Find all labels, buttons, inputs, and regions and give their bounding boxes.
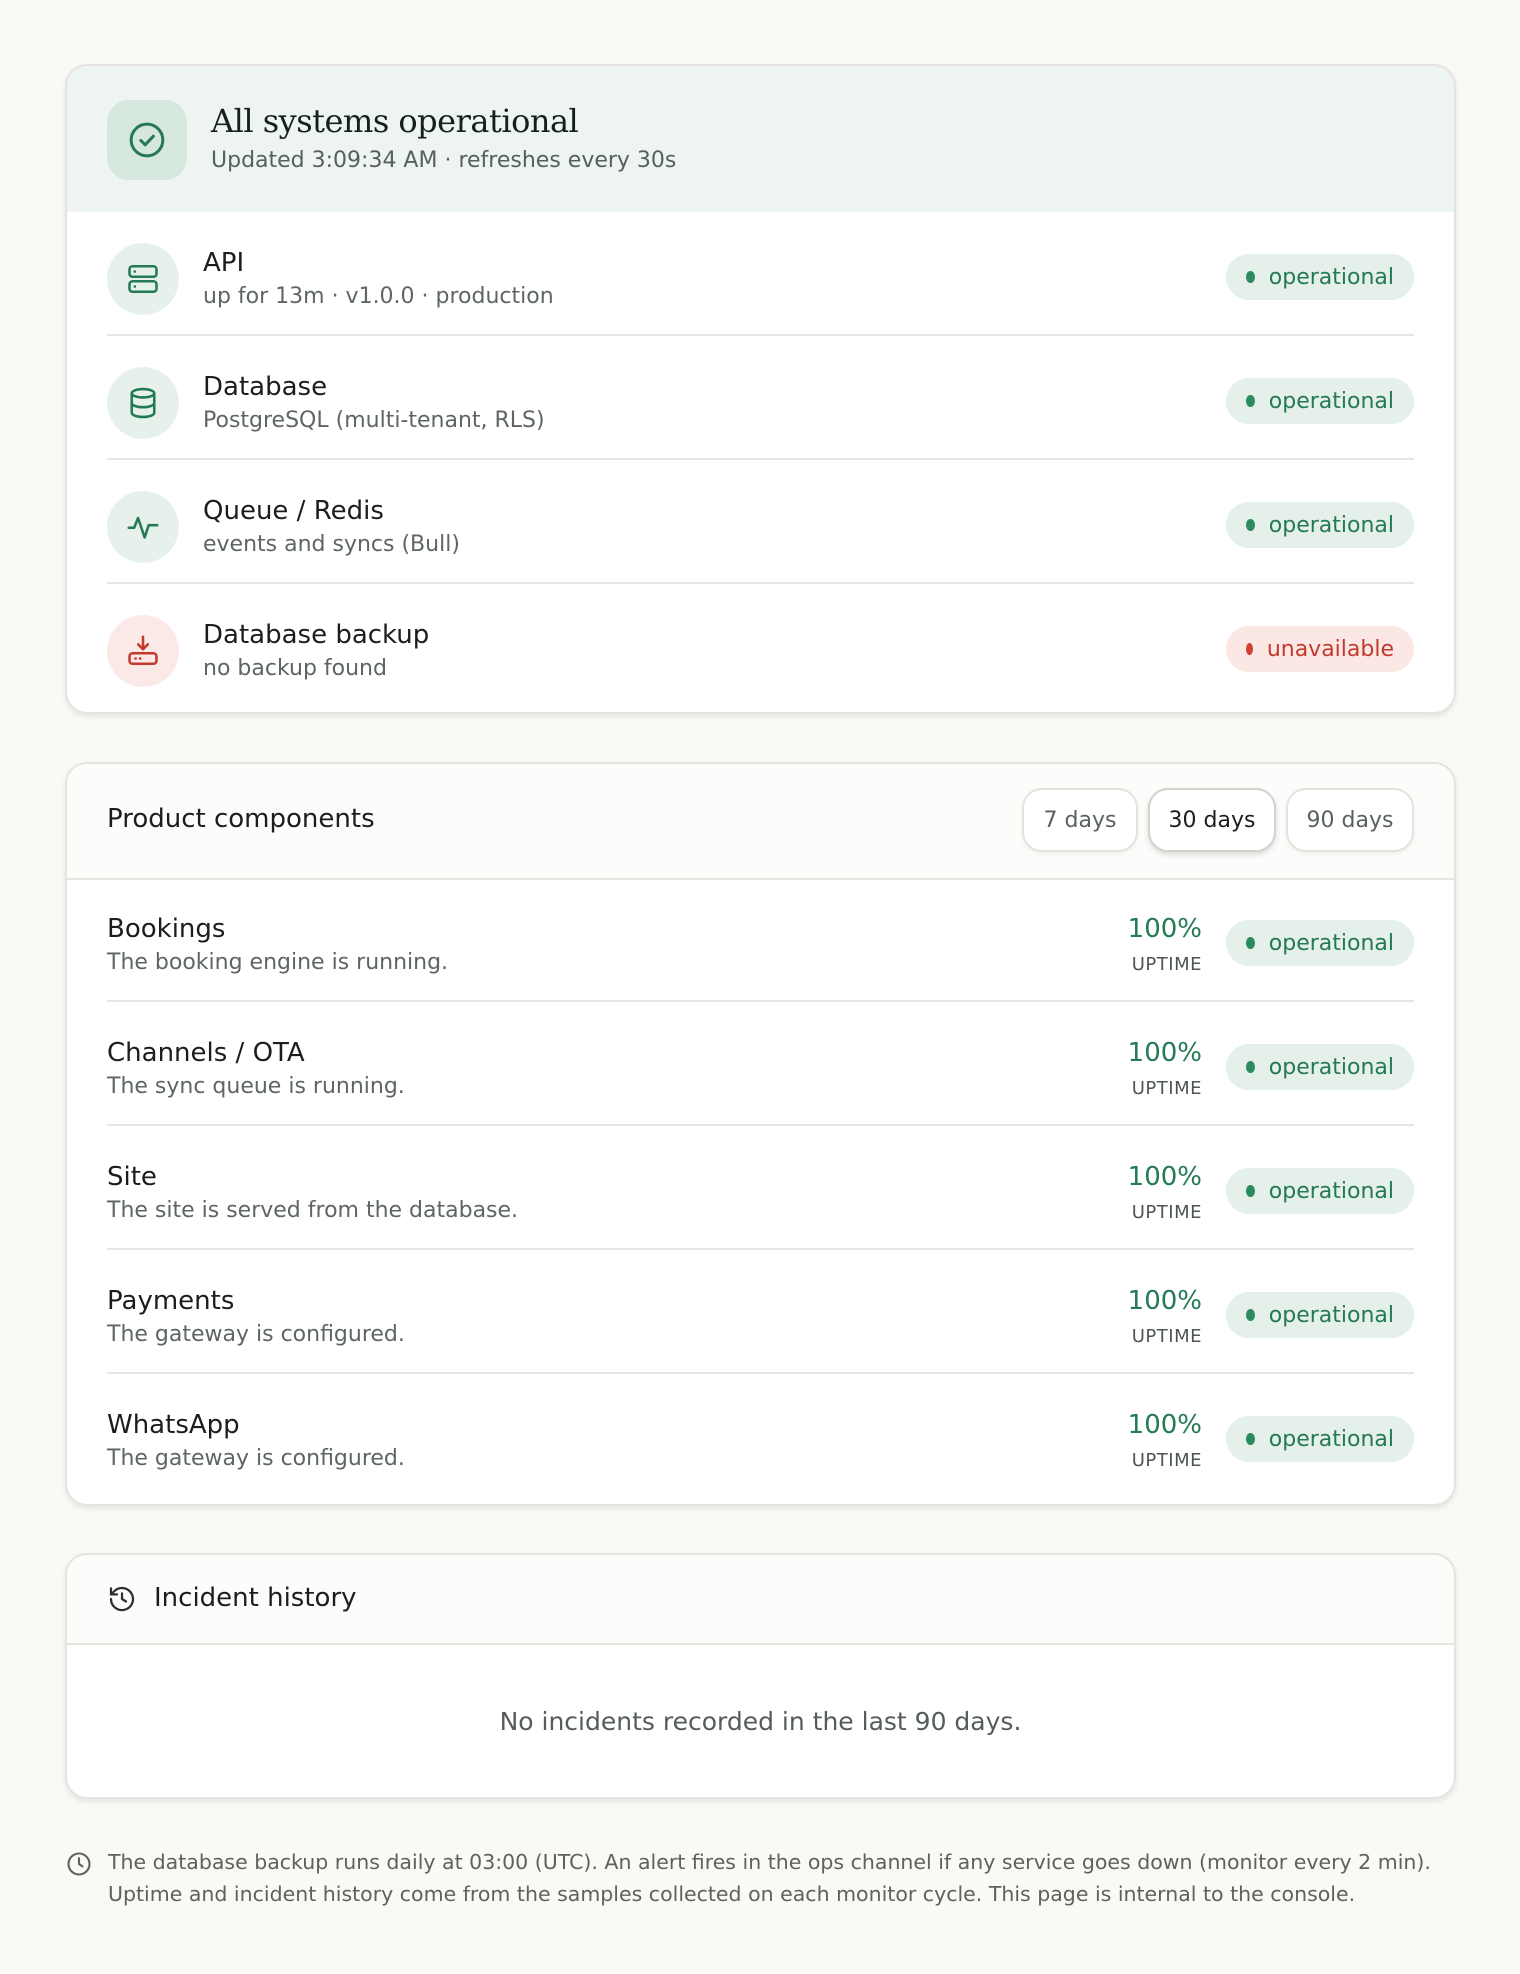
range-30-days-button[interactable]: 30 days [1148, 788, 1276, 852]
component-row-bookings: Bookings The booking engine is running. … [107, 878, 1414, 1002]
uptime-value: 100% [1127, 914, 1202, 944]
service-name: API [203, 248, 245, 278]
service-row-api: API up for 13m · v1.0.0 · production ope… [107, 212, 1414, 336]
status-badge: operational [1226, 502, 1414, 548]
service-name: Database [203, 372, 328, 402]
incident-header: Incident history [67, 1555, 1454, 1645]
component-name: Bookings [107, 914, 226, 944]
footer-text: The database backup runs daily at 03:00 … [108, 1850, 1431, 1906]
component-detail: The gateway is configured. [107, 1322, 405, 1347]
component-name: WhatsApp [107, 1410, 240, 1440]
component-name: Payments [107, 1286, 235, 1316]
component-row-payments: Payments The gateway is configured. 100%… [107, 1250, 1414, 1374]
status-dot-icon [1246, 937, 1255, 949]
status-dot-icon [1246, 519, 1255, 531]
component-name: Channels / OTA [107, 1038, 305, 1068]
components-list: Bookings The booking engine is running. … [107, 878, 1414, 1496]
range-selector: 7 days 30 days 90 days [1012, 788, 1414, 852]
service-detail: PostgreSQL (multi-tenant, RLS) [203, 408, 545, 433]
status-label: operational [1268, 388, 1394, 414]
range-90-days-button[interactable]: 90 days [1286, 788, 1414, 852]
status-badge: operational [1226, 920, 1414, 966]
component-name: Site [107, 1162, 157, 1192]
check-circle-icon [107, 100, 187, 180]
history-icon [107, 1584, 137, 1618]
status-label: operational [1268, 1054, 1394, 1080]
uptime-value: 100% [1127, 1410, 1202, 1440]
clock-icon [65, 1850, 93, 1882]
uptime-value: 100% [1127, 1038, 1202, 1068]
status-badge: operational [1226, 1292, 1414, 1338]
system-status-card: All systems operational Updated 3:09:34 … [65, 64, 1456, 714]
service-detail: no backup found [203, 656, 387, 681]
status-badge: operational [1226, 1168, 1414, 1214]
status-label: operational [1268, 1426, 1394, 1452]
service-detail: events and syncs (Bull) [203, 532, 460, 557]
status-label: operational [1268, 264, 1394, 290]
service-name: Queue / Redis [203, 496, 384, 526]
activity-icon [107, 491, 179, 563]
uptime-value: 100% [1127, 1162, 1202, 1192]
server-icon [107, 243, 179, 315]
status-dot-icon [1246, 1185, 1255, 1197]
hard-drive-download-icon [107, 615, 179, 687]
status-dot-icon [1246, 395, 1255, 407]
status-dot-icon [1246, 1309, 1255, 1321]
status-badge: operational [1226, 378, 1414, 424]
component-row-channels: Channels / OTA The sync queue is running… [107, 1002, 1414, 1126]
status-label: operational [1268, 512, 1394, 538]
component-row-whatsapp: WhatsApp The gateway is configured. 100%… [107, 1374, 1414, 1496]
service-name: Database backup [203, 620, 430, 650]
component-row-site: Site The site is served from the databas… [107, 1126, 1414, 1250]
uptime-value: 100% [1127, 1286, 1202, 1316]
uptime-label: UPTIME [1131, 1202, 1202, 1223]
status-banner: All systems operational Updated 3:09:34 … [67, 66, 1454, 212]
empty-state-text: No incidents recorded in the last 90 day… [499, 1707, 1022, 1736]
status-dot-icon [1246, 1061, 1255, 1073]
status-badge: operational [1226, 254, 1414, 300]
component-detail: The booking engine is running. [107, 950, 449, 975]
section-title: Incident history [154, 1583, 357, 1613]
incident-history-card: Incident history No incidents recorded i… [65, 1553, 1456, 1799]
service-row-database: Database PostgreSQL (multi-tenant, RLS) … [107, 336, 1414, 460]
component-detail: The site is served from the database. [107, 1198, 519, 1223]
component-detail: The gateway is configured. [107, 1446, 405, 1471]
service-detail: up for 13m · v1.0.0 · production [203, 284, 554, 309]
service-row-queue: Queue / Redis events and syncs (Bull) op… [107, 460, 1414, 584]
status-label: unavailable [1266, 636, 1394, 662]
service-list: API up for 13m · v1.0.0 · production ope… [107, 212, 1414, 706]
status-dot-icon [1246, 643, 1253, 655]
uptime-label: UPTIME [1131, 1326, 1202, 1347]
component-detail: The sync queue is running. [107, 1074, 405, 1099]
database-icon [107, 367, 179, 439]
components-header: Product components 7 days 30 days 90 day… [67, 764, 1454, 880]
product-components-card: Product components 7 days 30 days 90 day… [65, 762, 1456, 1506]
uptime-label: UPTIME [1131, 954, 1202, 975]
range-7-days-button[interactable]: 7 days [1022, 788, 1138, 852]
status-badge: unavailable [1226, 626, 1414, 672]
status-badge: operational [1226, 1416, 1414, 1462]
status-dot-icon [1246, 271, 1255, 283]
uptime-label: UPTIME [1131, 1078, 1202, 1099]
status-badge: operational [1226, 1044, 1414, 1090]
uptime-label: UPTIME [1131, 1450, 1202, 1471]
page-title: All systems operational [211, 102, 579, 140]
status-dot-icon [1246, 1433, 1255, 1445]
section-title: Product components [107, 804, 375, 834]
status-label: operational [1268, 930, 1394, 956]
status-label: operational [1268, 1302, 1394, 1328]
service-row-backup: Database backup no backup found unavaila… [107, 584, 1414, 706]
status-label: operational [1268, 1178, 1394, 1204]
last-updated-text: Updated 3:09:34 AM · refreshes every 30s [211, 148, 677, 173]
